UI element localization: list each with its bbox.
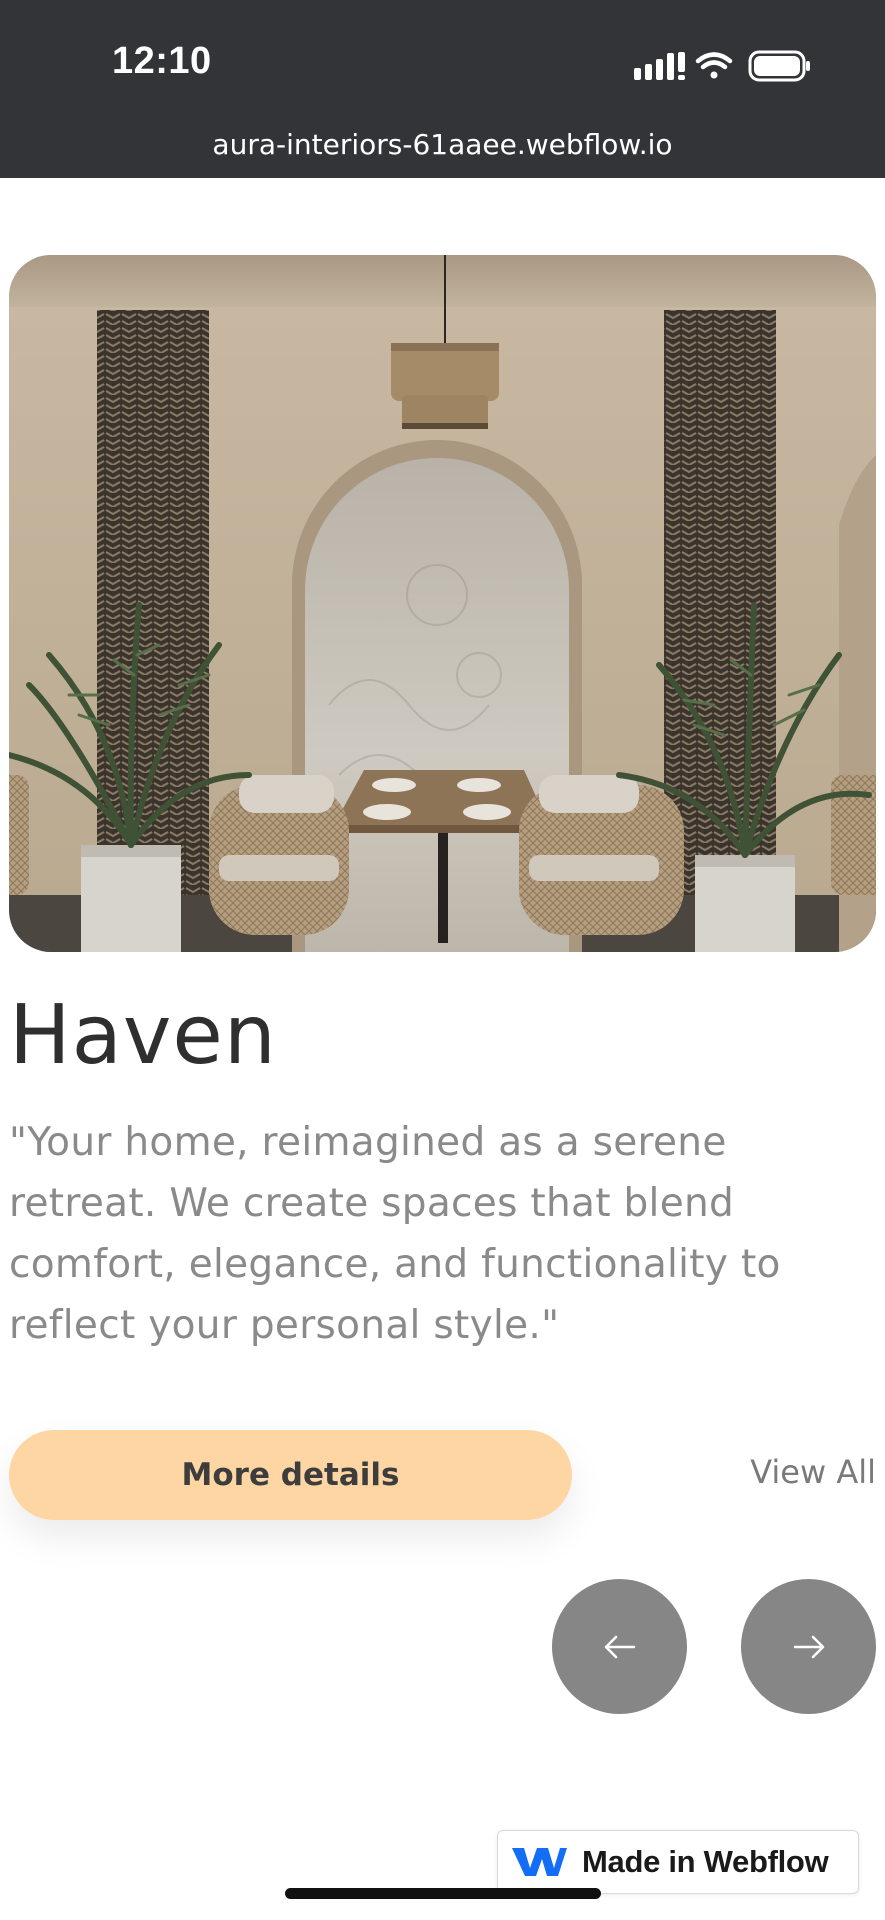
webflow-logo-icon — [512, 1848, 567, 1876]
made-in-webflow-badge[interactable]: Made in Webflow — [497, 1830, 859, 1894]
more-details-button[interactable]: More details — [9, 1430, 572, 1520]
status-time: 12:10 — [112, 40, 212, 82]
url-bar[interactable]: aura-interiors-61aaee.webflow.io — [0, 128, 885, 161]
badge-label: Made in Webflow — [582, 1844, 829, 1879]
hero-quote: "Your home, reimagined as a serene retre… — [9, 1120, 781, 1348]
browser-top-bar: 12:10 aura-interiors-61aaee.webflow.io — [0, 0, 885, 178]
arrow-right-icon — [793, 1635, 824, 1658]
next-slide-button[interactable] — [741, 1579, 876, 1714]
previous-slide-button[interactable] — [552, 1579, 687, 1714]
arrow-left-icon — [604, 1635, 635, 1658]
page-title: Haven — [9, 988, 277, 1083]
hero-image — [9, 255, 876, 952]
dining-room-photo — [9, 255, 876, 952]
battery-icon — [748, 50, 810, 82]
home-indicator — [285, 1888, 601, 1899]
wifi-icon — [695, 52, 733, 79]
signal-icon — [634, 52, 685, 80]
status-icons — [634, 50, 810, 82]
view-all-link[interactable]: View All — [750, 1453, 876, 1491]
